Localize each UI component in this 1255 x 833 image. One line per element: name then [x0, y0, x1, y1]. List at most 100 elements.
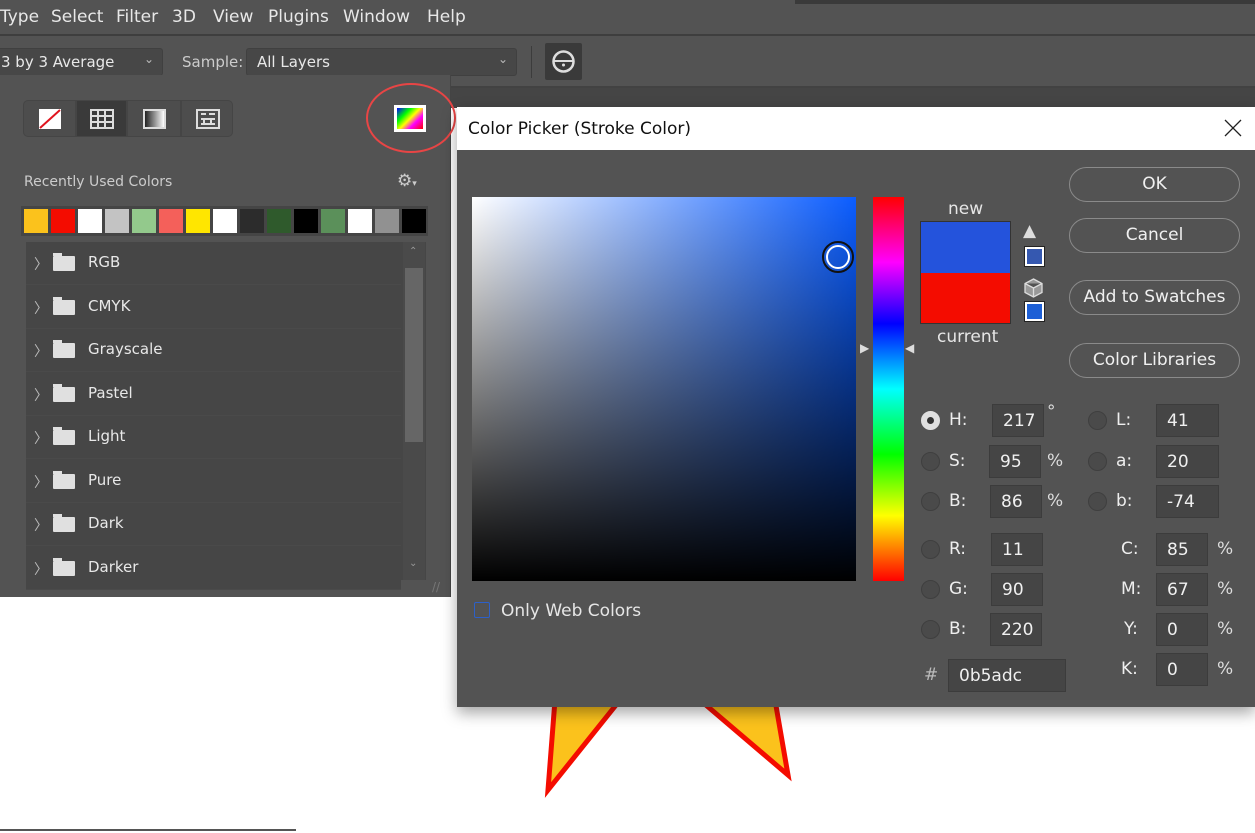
chevron-right-icon[interactable]: 〉	[34, 559, 48, 579]
menu-plugins[interactable]: Plugins	[268, 7, 329, 27]
menu-3d[interactable]: 3D	[172, 7, 196, 27]
title-strip	[795, 0, 1255, 4]
hue-slider[interactable]	[873, 197, 904, 581]
ok-button[interactable]: OK	[1069, 167, 1240, 202]
label-bc: B:	[949, 619, 967, 639]
sample-select[interactable]: All Layers ⌄	[246, 48, 517, 76]
recent-color-swatch[interactable]	[267, 209, 291, 233]
swatch-group-light[interactable]: 〉 Light	[26, 416, 401, 459]
radio-a[interactable]	[1088, 452, 1107, 471]
recent-color-swatch[interactable]	[402, 209, 426, 233]
saturation-brightness-field[interactable]	[472, 197, 856, 581]
radio-s[interactable]	[921, 452, 940, 471]
only-web-colors-label: Only Web Colors	[501, 601, 642, 621]
none-swatch-button[interactable]	[23, 100, 76, 137]
radio-b[interactable]	[1088, 492, 1107, 511]
recent-color-swatch[interactable]	[240, 209, 264, 233]
gear-icon[interactable]: ⚙▾	[397, 171, 417, 191]
chevron-right-icon[interactable]: 〉	[34, 298, 48, 318]
recent-color-swatch[interactable]	[24, 209, 48, 233]
label-h: H:	[949, 410, 968, 430]
only-web-colors-checkbox[interactable]	[474, 602, 490, 618]
field-bc[interactable]: 220	[990, 613, 1042, 646]
gradient-swatch-button[interactable]	[127, 100, 181, 137]
scroll-down-icon[interactable]: ⌄	[409, 558, 417, 569]
pattern-swatch-button[interactable]	[181, 100, 233, 137]
sample-value: All Layers	[257, 53, 331, 71]
gamut-warning-icon[interactable]: ▲	[1023, 221, 1036, 241]
sample-label: Sample:	[182, 53, 244, 71]
chevron-right-icon[interactable]: 〉	[34, 341, 48, 361]
swatch-group-darker[interactable]: 〉 Darker	[26, 546, 401, 590]
chevron-right-icon[interactable]: 〉	[34, 385, 48, 405]
current-color-swatch[interactable]	[921, 273, 1010, 323]
sample-size-select[interactable]: 3 by 3 Average ⌄	[0, 48, 163, 76]
field-bv[interactable]: 86	[990, 485, 1042, 518]
field-c[interactable]: 85	[1156, 533, 1208, 566]
sample-size-value: 3 by 3 Average	[1, 53, 115, 71]
close-icon[interactable]	[1224, 119, 1242, 137]
radio-bv[interactable]	[921, 492, 940, 511]
menu-help[interactable]: Help	[427, 7, 466, 27]
recent-color-swatch[interactable]	[186, 209, 210, 233]
resize-grip-icon[interactable]: //	[432, 580, 440, 594]
field-m[interactable]: 67	[1156, 573, 1208, 606]
chevron-right-icon[interactable]: 〉	[34, 254, 48, 274]
label-l: L:	[1116, 410, 1132, 430]
chevron-down-icon: ⌄	[143, 52, 154, 66]
scrollbar-thumb[interactable]	[405, 268, 423, 442]
field-g[interactable]: 90	[991, 573, 1043, 606]
chevron-right-icon[interactable]: 〉	[34, 515, 48, 535]
color-cursor[interactable]	[822, 241, 854, 273]
swatch-group-dark[interactable]: 〉 Dark	[26, 503, 401, 546]
add-to-swatches-button[interactable]: Add to Swatches	[1069, 280, 1240, 315]
radio-r[interactable]	[921, 540, 940, 559]
web-cube-icon[interactable]	[1024, 278, 1043, 298]
chevron-right-icon[interactable]: 〉	[34, 472, 48, 492]
color-swatch-button[interactable]	[76, 100, 127, 137]
menu-filter[interactable]: Filter	[116, 7, 158, 27]
radio-bc[interactable]	[921, 620, 940, 639]
recent-color-swatch[interactable]	[105, 209, 129, 233]
recent-color-swatch[interactable]	[78, 209, 102, 233]
recent-color-swatch[interactable]	[375, 209, 399, 233]
chevron-right-icon[interactable]: 〉	[34, 428, 48, 448]
recent-color-swatch[interactable]	[348, 209, 372, 233]
web-color-swatch[interactable]	[1024, 301, 1045, 322]
field-y[interactable]: 0	[1156, 613, 1208, 646]
field-a[interactable]: 20	[1156, 445, 1219, 478]
menu-window[interactable]: Window	[343, 7, 410, 27]
recent-color-swatch[interactable]	[321, 209, 345, 233]
field-k[interactable]: 0	[1156, 653, 1208, 686]
scrollbar[interactable]: ⌃ ⌄	[403, 242, 425, 580]
recent-color-swatch[interactable]	[51, 209, 75, 233]
swatch-group-pure[interactable]: 〉 Pure	[26, 459, 401, 503]
menu-type[interactable]: Type	[0, 7, 39, 27]
color-libraries-button[interactable]: Color Libraries	[1069, 343, 1240, 378]
radio-g[interactable]	[921, 580, 940, 599]
scroll-up-icon[interactable]: ⌃	[409, 246, 417, 257]
recent-color-swatch[interactable]	[132, 209, 156, 233]
swatch-group-cmyk[interactable]: 〉 CMYK	[26, 285, 401, 329]
field-s[interactable]: 95	[989, 445, 1041, 478]
field-l[interactable]: 41	[1156, 404, 1219, 437]
recent-color-swatch[interactable]	[294, 209, 318, 233]
cancel-button[interactable]: Cancel	[1069, 218, 1240, 253]
field-r[interactable]: 11	[991, 533, 1043, 566]
swatch-group-rgb[interactable]: 〉 RGB	[26, 242, 401, 285]
radio-l[interactable]	[1088, 411, 1107, 430]
gamut-color-swatch[interactable]	[1024, 246, 1045, 267]
swatch-group-grayscale[interactable]: 〉 Grayscale	[26, 329, 401, 372]
recent-color-swatch[interactable]	[159, 209, 183, 233]
swatch-group-pastel[interactable]: 〉 Pastel	[26, 372, 401, 416]
hex-field[interactable]: 0b5adc	[948, 659, 1066, 692]
radio-h[interactable]	[921, 411, 940, 430]
menu-view[interactable]: View	[213, 7, 253, 27]
recent-color-swatch[interactable]	[213, 209, 237, 233]
field-b[interactable]: -74	[1156, 485, 1219, 518]
field-h[interactable]: 217	[992, 404, 1044, 437]
hue-slider-right-arrow[interactable]: ◀	[905, 341, 914, 355]
sample-ring-button[interactable]	[545, 43, 582, 80]
hue-slider-left-arrow[interactable]: ▶	[860, 341, 869, 355]
menu-select[interactable]: Select	[51, 7, 103, 27]
